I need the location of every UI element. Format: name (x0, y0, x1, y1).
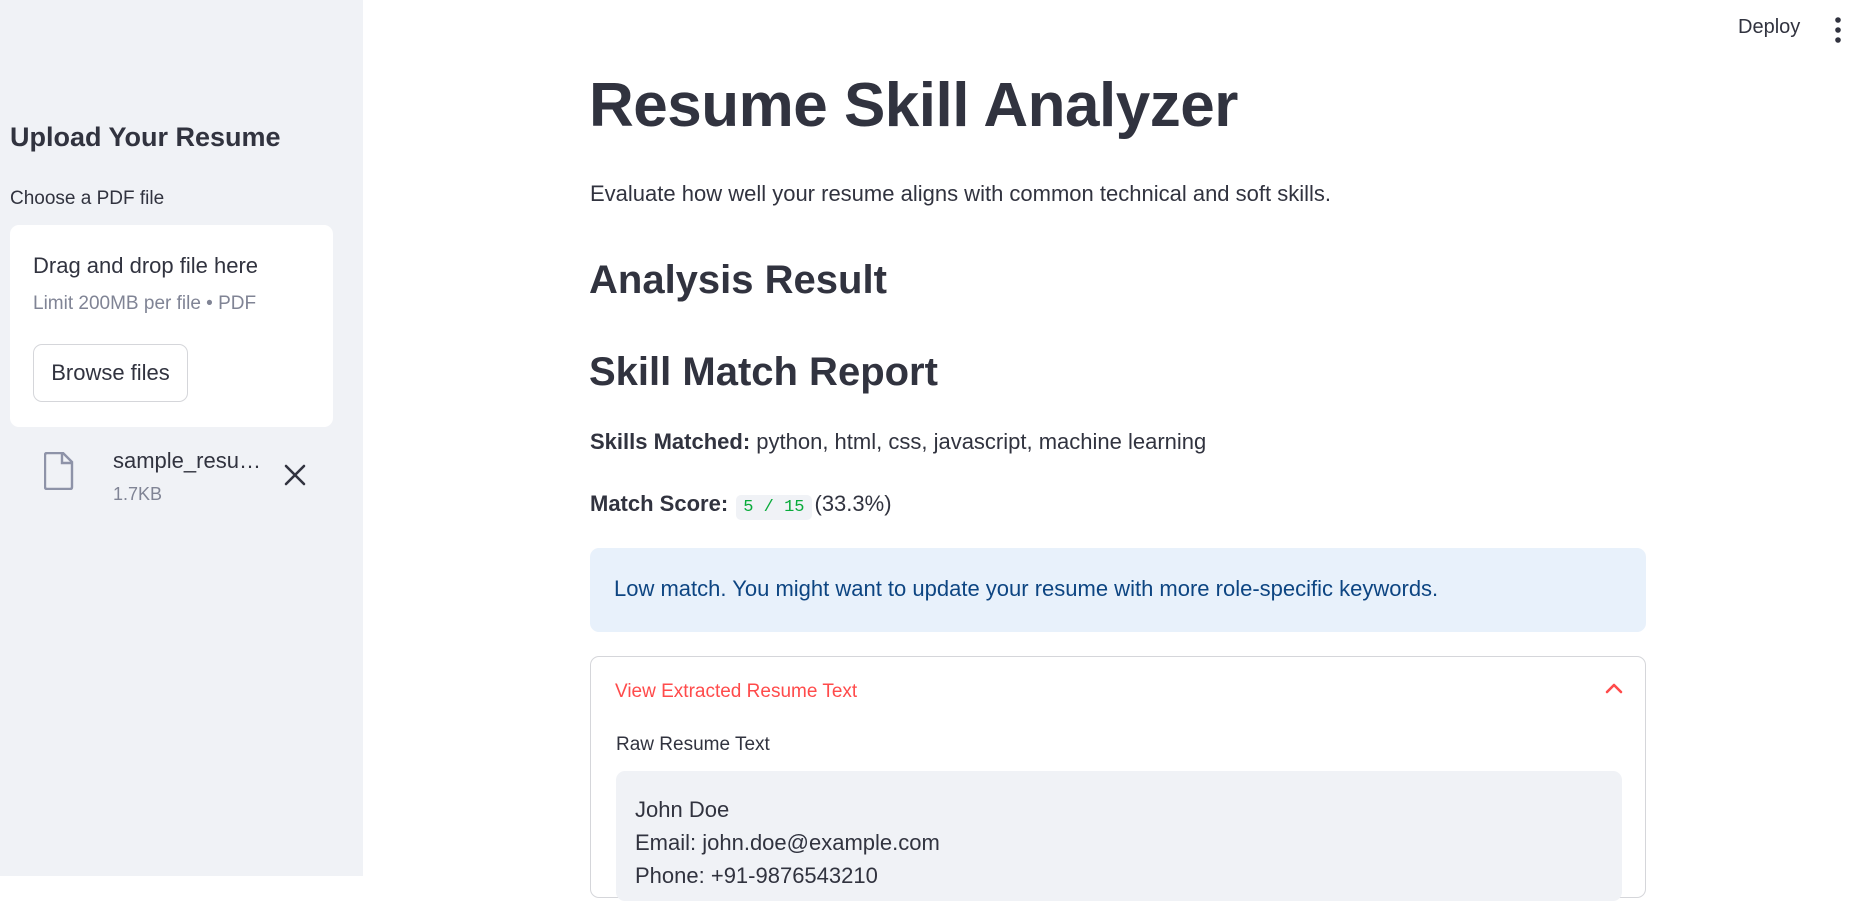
file-name: sample_resume.pdf (113, 448, 278, 473)
chevron-up-icon (1605, 683, 1623, 694)
page-title: Resume Skill Analyzer (589, 71, 1238, 140)
raw-text-line: John Doe (635, 797, 730, 822)
raw-text-area[interactable]: John Doe Email: john.doe@example.com Pho… (616, 771, 1622, 901)
info-alert: Low match. You might want to update your… (590, 548, 1646, 632)
uploaded-file: sample_resume.pdf 1.7KB (40, 448, 330, 508)
uploader-label: Choose a PDF file (10, 188, 165, 209)
page-subtitle: Evaluate how well your resume aligns wit… (590, 181, 1331, 206)
skills-matched: Skills Matched: python, html, css, javas… (590, 429, 1206, 455)
sidebar: Upload Your Resume Choose a PDF file Dra… (0, 0, 363, 876)
file-dropzone[interactable]: Drag and drop file here Limit 200MB per … (10, 225, 333, 427)
raw-text-line: Email: john.doe@example.com (635, 830, 940, 855)
info-message: Low match. You might want to update your… (614, 576, 1439, 601)
close-icon[interactable] (282, 462, 308, 488)
match-score: Match Score: 5 / 15 (33.3%) (590, 491, 892, 520)
dropzone-title: Drag and drop file here (33, 253, 259, 278)
more-vertical-icon[interactable] (1832, 16, 1844, 44)
skills-label: Skills Matched: (590, 429, 751, 454)
raw-text-lines: John Doe Email: john.doe@example.com Pho… (635, 793, 940, 892)
raw-text-label: Raw Resume Text (616, 734, 770, 755)
analysis-heading: Analysis Result (589, 258, 887, 302)
expander-header[interactable]: View Extracted Resume Text (591, 657, 1645, 725)
sidebar-title: Upload Your Resume (10, 122, 281, 152)
expander-title: View Extracted Resume Text (615, 681, 858, 702)
file-icon (44, 452, 74, 490)
score-code: 5 / 15 (736, 495, 812, 520)
skills-value: python, html, css, javascript, machine l… (756, 429, 1207, 454)
score-label: Match Score: (590, 491, 729, 516)
dropzone-limit: Limit 200MB per file • PDF (33, 293, 257, 314)
deploy-button[interactable]: Deploy (1738, 16, 1800, 39)
file-size: 1.7KB (113, 484, 163, 504)
browse-files-button[interactable]: Browse files (33, 344, 188, 402)
score-percent: (33.3%) (814, 491, 892, 516)
resume-text-expander: View Extracted Resume Text Raw Resume Te… (590, 656, 1646, 901)
report-heading: Skill Match Report (589, 350, 938, 394)
